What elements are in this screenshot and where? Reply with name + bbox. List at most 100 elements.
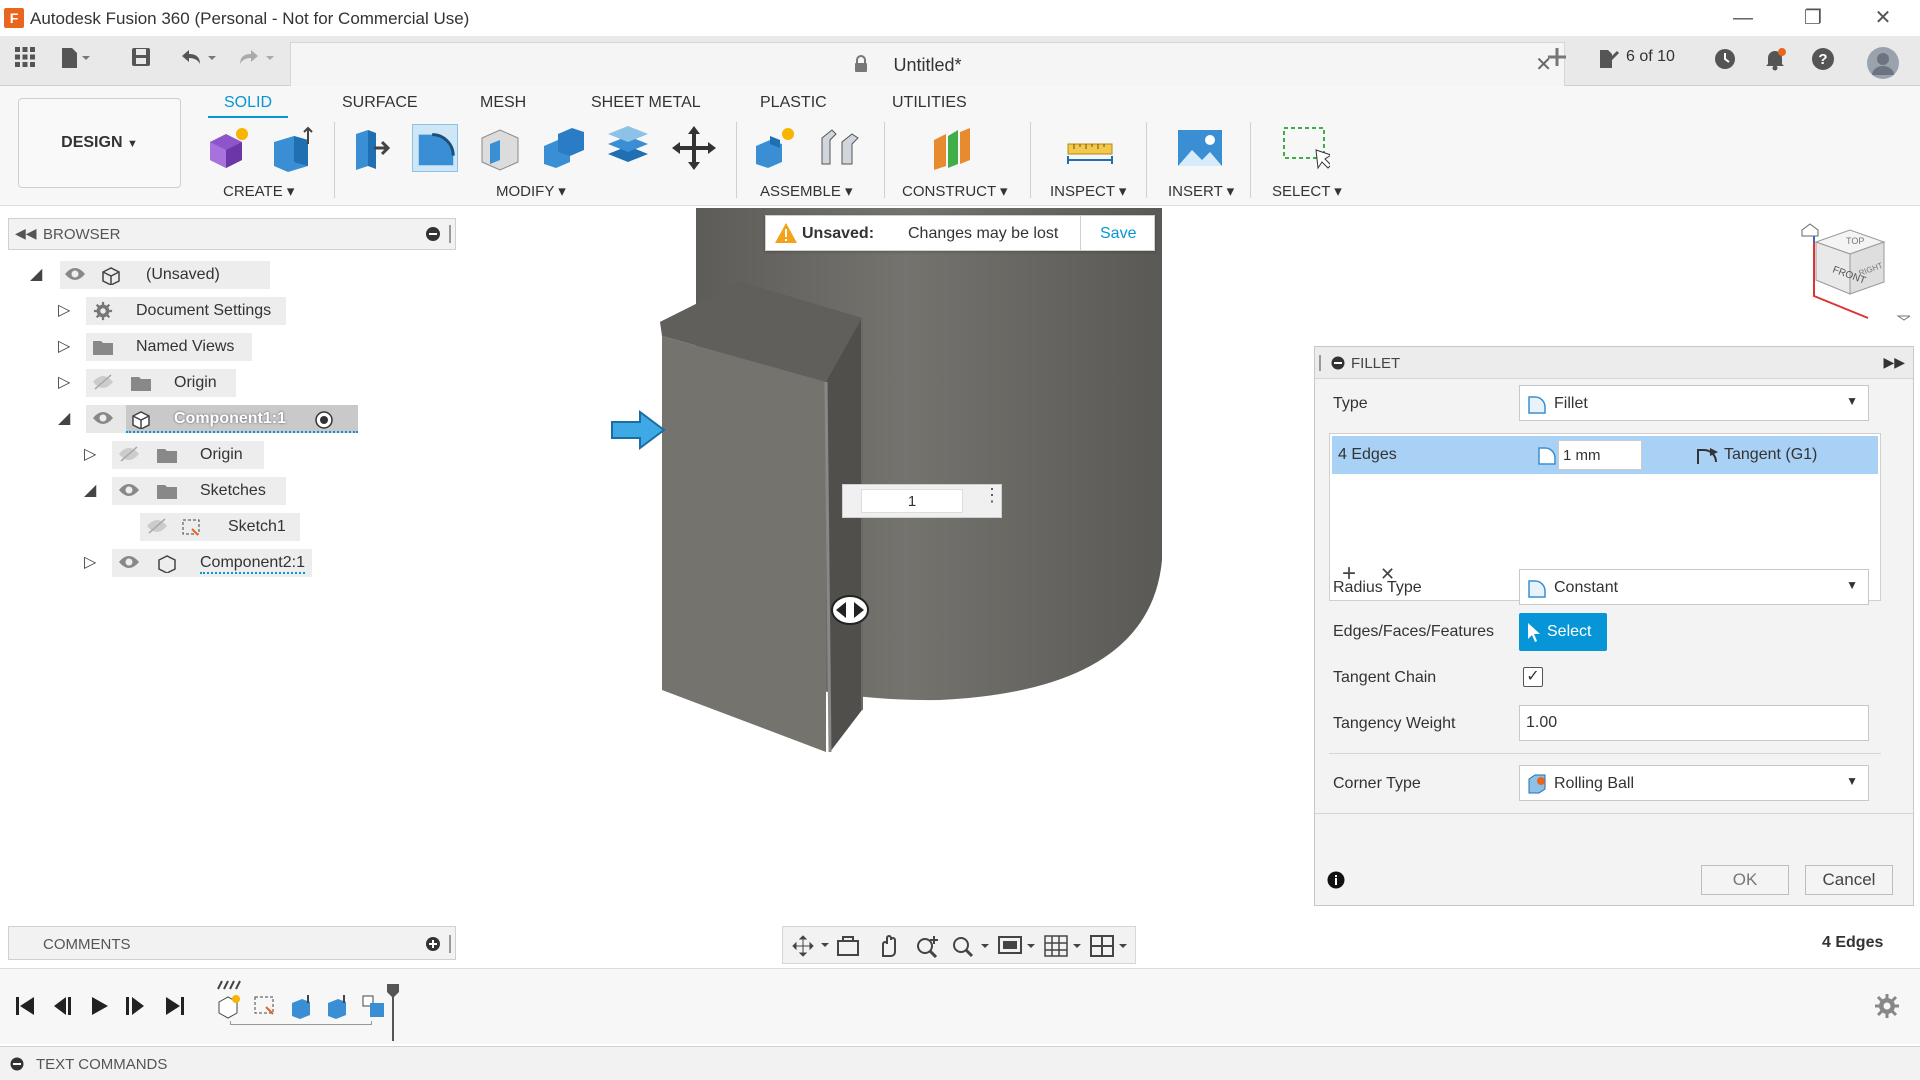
measure-icon[interactable] (1066, 124, 1113, 172)
ok-button[interactable]: OK (1701, 865, 1789, 895)
minus-circle-icon[interactable] (425, 226, 441, 247)
step-back-icon[interactable] (50, 995, 74, 1017)
visibility-eye-icon[interactable] (92, 410, 114, 426)
direction-arrow-icon[interactable] (610, 410, 666, 450)
tab-plastic[interactable]: PLASTIC (760, 90, 827, 118)
visibility-eye-icon[interactable] (118, 554, 140, 570)
expand-triangle-icon[interactable]: ▷ (84, 444, 96, 464)
workspace-switcher[interactable]: DESIGN ▼ (18, 98, 181, 188)
timeline-marker[interactable] (386, 983, 400, 1041)
file-menu-icon[interactable] (58, 46, 90, 76)
combine-icon[interactable] (540, 124, 586, 172)
viewports-icon[interactable] (1089, 934, 1131, 958)
collapse-triangle-icon[interactable]: ◢ (30, 264, 42, 284)
timeline-extrude-icon[interactable] (288, 993, 314, 1019)
tab-mesh[interactable]: MESH (480, 90, 526, 118)
hidden-eye-icon[interactable] (118, 446, 140, 462)
tangent-chain-checkbox[interactable]: ✓ (1523, 667, 1543, 687)
browser-panel-header[interactable]: ◀◀ BROWSER (8, 218, 456, 250)
activate-radio-icon[interactable] (314, 410, 334, 430)
create-form-icon[interactable] (204, 124, 250, 172)
joint-icon[interactable] (816, 124, 862, 172)
press-pull-icon[interactable] (348, 124, 394, 172)
fillet-dialog-header[interactable]: FILLET ▶▶ (1315, 347, 1913, 379)
drag-handle-icon[interactable] (830, 594, 870, 626)
manipulator-value[interactable]: 1 (861, 489, 963, 513)
job-status-count[interactable]: 6 of 10 (1626, 48, 1675, 66)
insert-group-label[interactable]: INSERT ▾ (1168, 182, 1234, 200)
window-select-icon[interactable] (1282, 124, 1333, 172)
tab-surface[interactable]: SURFACE (342, 90, 418, 118)
extrude-icon[interactable] (268, 124, 314, 172)
insert-image-icon[interactable] (1176, 124, 1222, 172)
panel-grip[interactable] (449, 225, 451, 243)
corner-type-dropdown[interactable]: Rolling Ball ▼ (1519, 765, 1869, 801)
manipulator-input-box[interactable]: 1 ⋮ (842, 484, 1002, 518)
look-at-icon[interactable] (835, 935, 861, 957)
hidden-eye-icon[interactable] (92, 374, 114, 390)
job-status-icon[interactable] (1594, 46, 1624, 76)
timeline-sketch-icon[interactable] (252, 993, 278, 1019)
expand-triangle-icon[interactable]: ▷ (58, 300, 70, 320)
zoom-icon[interactable] (915, 934, 941, 958)
continuity-value[interactable]: Tangent (G1) (1724, 446, 1817, 464)
tree-item-origin-sub[interactable]: ▷ Origin (84, 441, 364, 469)
go-to-start-icon[interactable] (14, 995, 38, 1017)
tree-item-sketches[interactable]: ◢ Sketches (84, 477, 364, 505)
cancel-button[interactable]: Cancel (1805, 865, 1893, 895)
plus-circle-icon[interactable] (425, 936, 441, 952)
tab-sheet-metal[interactable]: SHEET METAL (591, 90, 701, 118)
expand-triangle-icon[interactable]: ▷ (58, 372, 70, 392)
visibility-eye-icon[interactable] (118, 482, 140, 498)
collapse-triangle-icon[interactable]: ◢ (84, 480, 96, 500)
timeline-component-icon[interactable] (216, 993, 242, 1019)
browser-root[interactable]: ◢ (Unsaved) (30, 261, 350, 289)
selection-row[interactable]: 4 Edges 1 mm Tangent (G1) (1332, 436, 1878, 474)
display-settings-icon[interactable] (997, 934, 1039, 958)
document-tab[interactable]: Untitled* ✕ (290, 42, 1565, 86)
grid-settings-icon[interactable] (1043, 934, 1085, 958)
type-dropdown[interactable]: Fillet ▼ (1519, 385, 1869, 421)
expand-triangle-icon[interactable]: ▷ (58, 336, 70, 356)
more-options-icon[interactable]: ⋮ (983, 486, 1001, 504)
text-commands-bar[interactable]: TEXT COMMANDS (0, 1046, 1920, 1080)
play-icon[interactable] (88, 995, 112, 1017)
tree-item-component1[interactable]: ◢ Component1:1 (58, 405, 358, 433)
step-forward-icon[interactable] (124, 995, 148, 1017)
minus-circle-icon[interactable] (10, 1057, 24, 1071)
inspect-group-label[interactable]: INSPECT ▾ (1050, 182, 1126, 200)
timeline-settings-gear-icon[interactable] (1874, 993, 1900, 1019)
select-group-label[interactable]: SELECT ▾ (1272, 182, 1342, 200)
user-avatar[interactable] (1866, 46, 1899, 79)
offset-plane-icon[interactable] (928, 124, 974, 172)
minus-circle-icon[interactable] (1331, 356, 1345, 370)
close-window-button[interactable]: ✕ (1860, 4, 1906, 32)
viewcube[interactable]: FRONT TOP RIGHT (1780, 220, 1910, 340)
tree-item-named-views[interactable]: ▷ Named Views (58, 333, 358, 361)
hidden-eye-icon[interactable] (146, 518, 168, 534)
new-component-icon[interactable] (752, 124, 798, 172)
create-group-label[interactable]: CREATE ▾ (223, 182, 294, 200)
modify-group-label[interactable]: MODIFY ▾ (496, 182, 566, 200)
tab-utilities[interactable]: UTILITIES (892, 90, 967, 118)
go-to-end-icon[interactable] (162, 995, 186, 1017)
offset-face-icon[interactable] (604, 124, 650, 172)
shell-icon[interactable] (476, 124, 522, 172)
radius-input[interactable]: 1 mm (1558, 440, 1642, 470)
fillet-icon[interactable] (412, 124, 458, 172)
move-copy-icon[interactable] (670, 124, 716, 172)
tree-item-document-settings[interactable]: ▷ Document Settings (58, 297, 358, 325)
panel-grip[interactable] (449, 935, 451, 953)
select-edges-button[interactable]: Select (1519, 613, 1607, 651)
redo-icon[interactable] (236, 46, 274, 76)
undo-icon[interactable] (178, 46, 216, 76)
history-clock-icon[interactable] (1710, 46, 1740, 76)
save-link[interactable]: Save (1100, 225, 1136, 243)
restore-button[interactable]: ❐ (1790, 4, 1836, 32)
notifications-bell-icon[interactable] (1760, 46, 1790, 76)
timeline-component-icon[interactable] (360, 993, 388, 1021)
construct-group-label[interactable]: CONSTRUCT ▾ (902, 182, 1008, 200)
fit-zoom-icon[interactable] (951, 934, 993, 958)
expand-panel-icon[interactable]: ▶▶ (1883, 354, 1905, 371)
collapse-browser-icon[interactable]: ◀◀ (15, 225, 37, 242)
